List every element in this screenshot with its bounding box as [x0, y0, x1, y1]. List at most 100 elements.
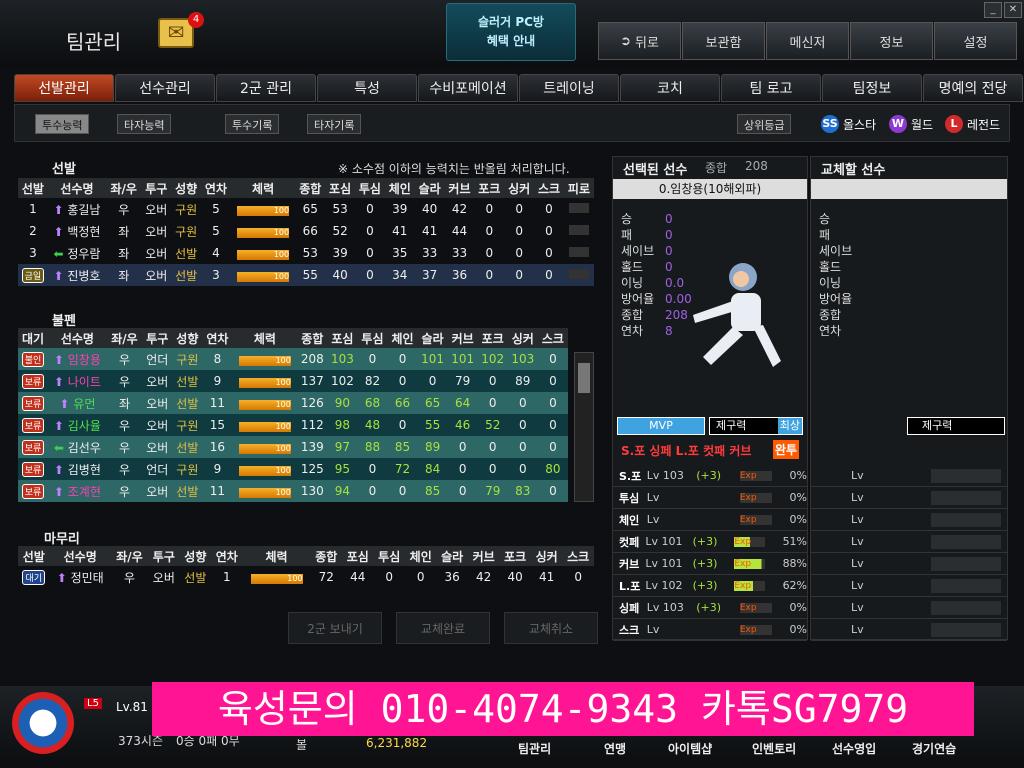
tab-team-logo[interactable]: 팀 로고 — [721, 74, 821, 102]
bullpen-scrollbar[interactable] — [574, 352, 594, 502]
table-row[interactable]: 2 ⬆ 백정현 좌 오버 구원 5 100 66 52 0 41 41 44 0 0 0 — [18, 220, 594, 242]
cancel-swap-button[interactable]: 교체취소 — [504, 612, 598, 644]
table-row[interactable]: 금일 ⬆ 진병호 좌 오버 선발 3 100 55 40 0 34 37 36 0 0 0 — [18, 264, 594, 286]
storage-button[interactable]: 보관함 — [682, 22, 765, 60]
stat-cell: 우 — [106, 414, 143, 436]
table-row[interactable]: 1 ⬆ 홍길남 우 오버 구원 5 100 65 53 0 39 40 42 0 0 0 — [18, 198, 594, 220]
stat-cell: 90 — [327, 392, 358, 414]
send-minors-button[interactable]: 2군 보내기 — [288, 612, 382, 644]
replace-stats: 승 패 세이브 홀드 이닝 방어율 종합 연차 — [819, 211, 852, 339]
table-header: 스크 — [537, 328, 568, 348]
tab-formation[interactable]: 수비포메이션 — [418, 74, 518, 102]
stat-cell: 0 — [534, 264, 564, 286]
stamina-bar: 100 — [237, 272, 290, 282]
stamina-cell: 100 — [232, 414, 298, 436]
table-header: 슬라 — [436, 546, 468, 566]
table-row[interactable]: 대기 ⬆ 정민태 우 오버 선발 1 100 72 44 0 0 36 42 40 41 0 — [18, 566, 594, 588]
stamina-bar: 100 — [250, 574, 303, 584]
replace-skill-row: Lv — [811, 619, 1007, 641]
tab-traits[interactable]: 특성 — [317, 74, 417, 102]
stat-cell: 72 — [387, 458, 418, 480]
tab-minors[interactable]: 2군 관리 — [216, 74, 316, 102]
selected-title: 선택된 선수 — [623, 163, 688, 178]
table-row[interactable]: 보류 ⬆ 김사율 우 오버 구원 15 100 112 98 48 0 55 46 52 0 0 — [18, 414, 568, 436]
footer-recruit-button[interactable]: 선수영입 — [832, 740, 876, 757]
table-header: 포크 — [499, 546, 531, 566]
stat-cell: 64 — [447, 392, 478, 414]
replace-skill-list: Lv Lv Lv Lv Lv Lv Lv Lv — [811, 465, 1007, 641]
table-row[interactable]: 보류 ⬆ 나이트 우 오버 선발 9 100 137 102 82 0 0 79 0 89 0 — [18, 370, 568, 392]
table-row[interactable]: 보류 ⬆ 조계현 우 오버 선발 11 100 130 94 0 0 85 0 79 83 0 — [18, 480, 568, 502]
stamina-bar: 100 — [237, 228, 290, 238]
stat-cell: 85 — [387, 436, 418, 458]
back-button[interactable]: ➲ 뒤로 — [598, 22, 681, 60]
stat-cell: 0 — [477, 436, 508, 458]
selected-player-panel: 선택된 선수 종합 208 0.임창용(10해외파) 승 0 패 0 세이브 0 홀드 0 이닝… — [612, 156, 808, 641]
stamina-bar: 100 — [237, 206, 290, 216]
footer-inventory-button[interactable]: 인벤토리 — [752, 740, 796, 757]
stat-cell: 36 — [444, 570, 460, 584]
table-row[interactable]: 보류 ⬅ 김선우 우 오버 선발 16 100 139 97 88 85 89 0 0 0 0 — [18, 436, 568, 458]
table-row[interactable]: 보류 ⬆ 김병현 우 언더 구원 9 100 125 95 0 72 84 0 0 0 80 — [18, 458, 568, 480]
table-row[interactable]: 보류 ⬆ 유먼 좌 오버 선발 11 100 126 90 68 66 65 64 0 0 0 — [18, 392, 568, 414]
table-row[interactable]: 불인 ⬆ 임창용 우 언더 구원 8 100 208 103 0 0 101 101 102 103 0 — [18, 348, 568, 370]
table-header: 체력 — [232, 328, 298, 348]
table-header: 연차 — [201, 178, 231, 198]
stat-cell: 40 — [325, 264, 355, 286]
stat-cell: 66 — [302, 224, 318, 238]
money-value: 6,231,882 — [366, 736, 428, 750]
stat-cell: 0 — [485, 202, 494, 216]
minimize-button[interactable]: _ — [984, 2, 1002, 18]
batter-record-tab[interactable]: 타자기록 — [307, 114, 362, 134]
stat-cell: 126 — [297, 392, 328, 414]
stamina-cell: 100 — [231, 242, 295, 264]
stat-cell: 좌 — [118, 246, 130, 261]
tab-team-info[interactable]: 팀정보 — [822, 74, 922, 102]
stat-cell: 0 — [537, 436, 568, 458]
footer-team-button[interactable]: 팀관리 — [518, 740, 551, 757]
close-button[interactable]: ✕ — [1004, 2, 1022, 18]
table-row[interactable]: 3 ⬅ 정우람 좌 오버 선발 4 100 53 39 0 35 33 33 0 0 0 — [18, 242, 594, 264]
slot-cell: 2 — [29, 224, 37, 238]
stat-cell: 0 — [387, 370, 418, 392]
confirm-swap-button[interactable]: 교체완료 — [396, 612, 490, 644]
rank-button[interactable]: 상위등급 — [737, 114, 792, 134]
settings-button[interactable]: 설정 — [934, 22, 1017, 60]
stat-cell: 선발 — [172, 480, 203, 502]
pitcher-record-tab[interactable]: 투수기록 — [225, 114, 280, 134]
stat-cell: 오버 — [145, 246, 168, 261]
player-name-cell: ⬆ 유먼 — [48, 392, 107, 414]
footer-league-button[interactable]: 연맹 — [604, 740, 626, 757]
stat-cell: 8 — [202, 348, 233, 370]
table-header: 선발 — [18, 546, 50, 566]
table-header: 성향 — [179, 546, 212, 566]
footer-shop-button[interactable]: 아이템샵 — [668, 740, 712, 757]
tab-training[interactable]: 트레이닝 — [519, 74, 619, 102]
promo-button[interactable]: 슬러거 PC방 혜택 안내 — [446, 3, 576, 61]
player-name-cell: ⬆ 김병현 — [48, 458, 107, 480]
tab-lineup[interactable]: 선발관리 — [14, 74, 114, 102]
batter-ability-tab[interactable]: 타자능력 — [117, 114, 172, 134]
stat-cell: 125 — [297, 458, 328, 480]
tab-coach[interactable]: 코치 — [620, 74, 720, 102]
messenger-button[interactable]: 메신저 — [766, 22, 849, 60]
stat-cell: 0 — [416, 570, 425, 584]
stat-cell: 11 — [202, 480, 233, 502]
stat-cell: 41 — [392, 224, 408, 238]
stat-cell: 0 — [366, 202, 374, 216]
player-name-cell: ⬆ 조계현 — [48, 480, 107, 502]
legend-allstar: SS 올스타 — [821, 115, 877, 133]
sub-toolbar: 투수능력 타자능력 투수기록 타자기록 상위등급 SS 올스타 W 월드 L 레전드 — [14, 104, 1010, 142]
tab-players[interactable]: 선수관리 — [115, 74, 215, 102]
skill-row: S.포 Lv 103 (+3) Exp 0% — [613, 465, 807, 487]
stat-cell: 좌 — [118, 224, 130, 239]
stat-cell: 36 — [444, 264, 475, 286]
bullpen-table: 대기 선수명 좌/우 투구 성향 연차 체력 종합 포심 투심 체인 슬라 커브 포크 싱커 스크 불인 ⬆ 임창… — [18, 328, 568, 502]
footer-practice-button[interactable]: 경기연습 — [912, 740, 956, 757]
pitcher-ability-tab[interactable]: 투수능력 — [35, 114, 90, 134]
info-button[interactable]: 정보 — [850, 22, 933, 60]
table-header: 피로 — [563, 178, 594, 198]
tab-hall-of-fame[interactable]: 명예의 전당 — [923, 74, 1023, 102]
table-header: 대기 — [18, 328, 49, 348]
stat-cell: 좌 — [106, 392, 143, 414]
